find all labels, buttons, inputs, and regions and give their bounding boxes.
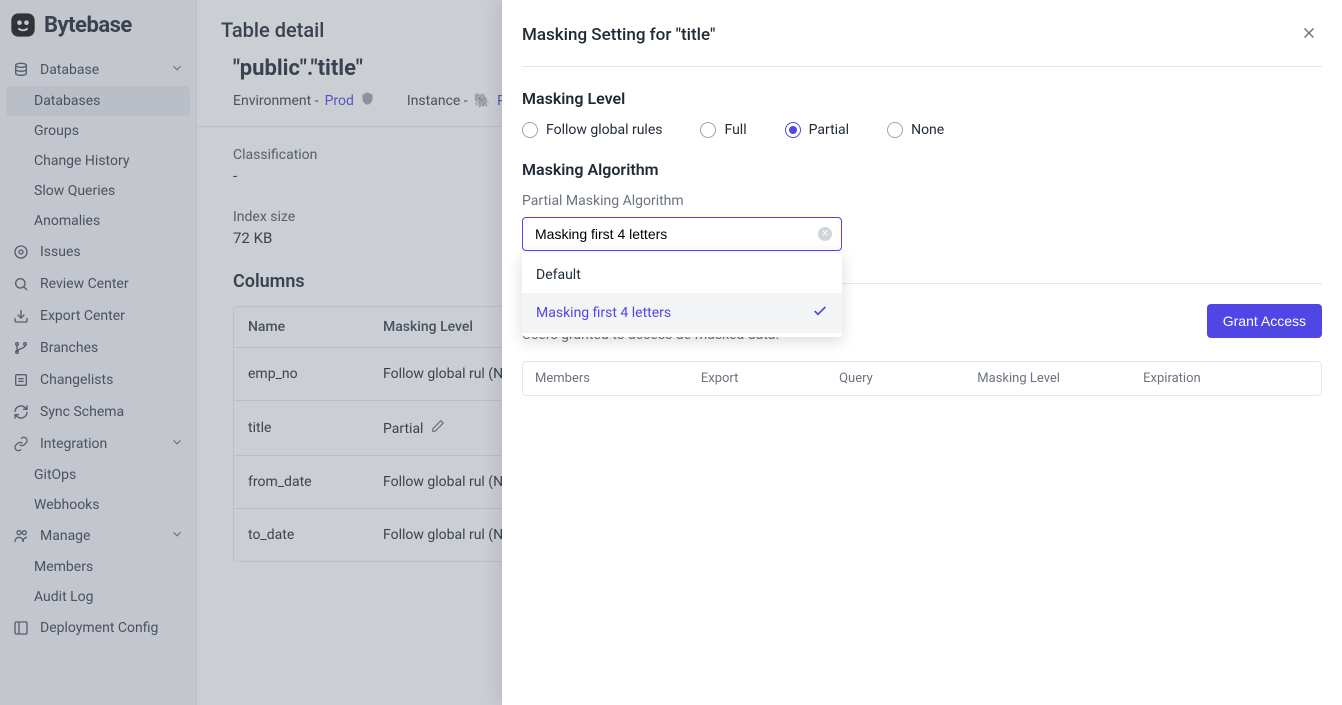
algorithm-select[interactable]: ✕ Default Masking first 4 letters: [522, 217, 842, 251]
radio-icon: [522, 122, 538, 138]
radio-icon: [887, 122, 903, 138]
clear-icon[interactable]: ✕: [818, 227, 832, 241]
masking-settings-drawer: Masking Setting for "title" Masking Leve…: [502, 0, 1342, 705]
dropdown-option-default[interactable]: Default: [522, 257, 842, 293]
th-export: Export: [701, 371, 839, 386]
close-button[interactable]: [1296, 20, 1322, 50]
algorithm-input[interactable]: [522, 217, 842, 251]
th-expiration: Expiration: [1143, 371, 1309, 386]
algorithm-dropdown: Default Masking first 4 letters: [522, 253, 842, 337]
th-members: Members: [535, 371, 701, 386]
check-icon: [812, 303, 828, 323]
th-masking-level: Masking Level: [977, 371, 1143, 386]
access-table: Members Export Query Masking Level Expir…: [522, 361, 1322, 396]
radio-none[interactable]: None: [887, 122, 944, 138]
th-query: Query: [839, 371, 977, 386]
radio-icon: [785, 122, 801, 138]
radio-follow-global[interactable]: Follow global rules: [522, 122, 662, 138]
algorithm-sublabel: Partial Masking Algorithm: [522, 193, 1322, 209]
dropdown-option-mask4[interactable]: Masking first 4 letters: [522, 293, 842, 333]
masking-level-heading: Masking Level: [522, 89, 1322, 108]
drawer-title: Masking Setting for "title": [522, 25, 715, 45]
masking-level-radios: Follow global rules Full Partial None: [522, 122, 1322, 138]
radio-icon: [700, 122, 716, 138]
radio-full[interactable]: Full: [700, 122, 746, 138]
grant-access-button[interactable]: Grant Access: [1207, 304, 1322, 338]
radio-partial[interactable]: Partial: [785, 122, 849, 138]
algorithm-heading: Masking Algorithm: [522, 160, 1322, 179]
